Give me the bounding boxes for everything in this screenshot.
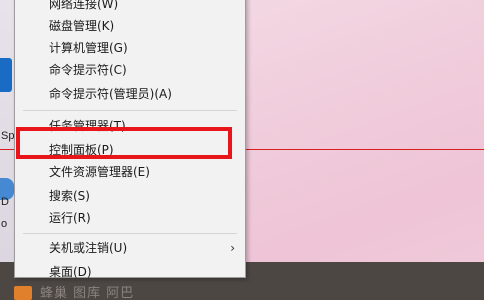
menu-item-disk-management[interactable]: 磁盘管理(K) xyxy=(15,15,245,37)
menu-item-label: 搜索(S) xyxy=(49,189,90,203)
menu-item-label: 磁盘管理(K) xyxy=(49,19,115,33)
menu-item-label: 计算机管理(G) xyxy=(49,41,128,55)
menu-item-command-prompt-admin[interactable]: 命令提示符(管理员)(A) xyxy=(15,83,245,105)
desktop-icon-label: D xyxy=(1,196,9,208)
menu-item-desktop[interactable]: 桌面(D) xyxy=(15,261,245,283)
menu-item-file-explorer[interactable]: 文件资源管理器(E) xyxy=(15,161,245,183)
taskbar-app-icon[interactable] xyxy=(14,286,32,300)
menu-item-label: 关机或注销(U) xyxy=(49,241,128,255)
menu-item-command-prompt[interactable]: 命令提示符(C) xyxy=(15,59,245,81)
menu-item-search[interactable]: 搜索(S) xyxy=(15,185,245,207)
menu-item-computer-management[interactable]: 计算机管理(G) xyxy=(15,37,245,59)
menu-item-shutdown-signout[interactable]: 关机或注销(U) › xyxy=(15,237,245,259)
menu-item-network-connections[interactable]: 网络连接(W) xyxy=(15,0,245,15)
menu-item-label: 命令提示符(C) xyxy=(49,63,127,77)
menu-item-label: 命令提示符(管理员)(A) xyxy=(49,87,172,101)
menu-item-run[interactable]: 运行(R) xyxy=(15,207,245,229)
menu-item-label: 桌面(D) xyxy=(49,265,92,279)
menu-item-label: 网络连接(W) xyxy=(49,0,119,11)
desktop-app-icon[interactable] xyxy=(0,58,12,92)
desktop-icon-label: o xyxy=(1,218,8,230)
menu-separator xyxy=(23,110,237,111)
desktop-icon-label: Sp xyxy=(1,130,15,142)
taskbar-label: 蜂巢 图库 阿巴 xyxy=(40,286,135,301)
annotation-highlight-box xyxy=(16,127,232,159)
menu-separator xyxy=(23,233,237,234)
menu-item-label: 运行(R) xyxy=(49,211,91,225)
menu-item-label: 文件资源管理器(E) xyxy=(49,165,150,179)
chevron-right-icon: › xyxy=(230,241,235,255)
